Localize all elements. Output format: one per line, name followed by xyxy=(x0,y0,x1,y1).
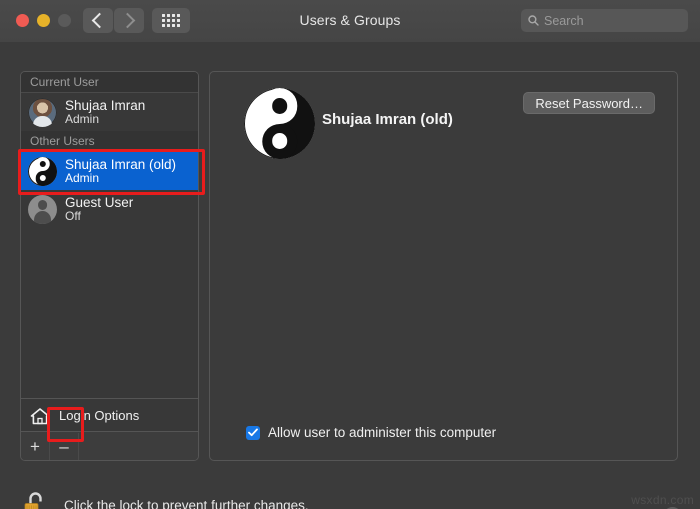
login-options-label: Login Options xyxy=(59,408,140,423)
unlocked-padlock-icon[interactable] xyxy=(20,489,50,509)
reset-password-button[interactable]: Reset Password… xyxy=(523,92,655,114)
sidebar-item-shujaa-imran-old[interactable]: Shujaa Imran (old) Admin xyxy=(21,152,198,190)
users-and-groups-window: Users & Groups Current User Shujaa Imran… xyxy=(0,0,700,509)
avatar-yin-yang-icon xyxy=(28,156,57,186)
checkmark-icon xyxy=(248,428,258,437)
account-avatar-yin-yang-icon[interactable] xyxy=(244,88,315,159)
search-icon xyxy=(528,15,539,26)
search-field[interactable] xyxy=(521,9,688,32)
lock-message: Click the lock to prevent further change… xyxy=(64,497,309,509)
user-role: Admin xyxy=(65,170,100,185)
lock-area[interactable]: Click the lock to prevent further change… xyxy=(20,489,309,509)
avatar-photo-icon xyxy=(28,97,57,127)
section-header-current-user: Current User xyxy=(21,72,198,93)
admin-checkbox-row[interactable]: Allow user to administer this computer xyxy=(246,425,496,440)
home-icon xyxy=(30,407,50,424)
user-name: Shujaa Imran (old) xyxy=(65,156,177,172)
account-detail-panel: Shujaa Imran (old) Reset Password… Allow… xyxy=(209,71,678,461)
remove-user-button[interactable]: – xyxy=(50,432,79,460)
watermark: wsxdn.com xyxy=(631,493,694,507)
section-header-other-users: Other Users xyxy=(21,131,198,152)
users-sidebar: Current User Shujaa Imran Admin Other Us… xyxy=(20,71,199,461)
sidebar-item-login-options[interactable]: Login Options xyxy=(21,398,198,432)
user-name: Guest User xyxy=(65,194,134,210)
admin-checkbox-label: Allow user to administer this computer xyxy=(268,425,497,440)
avatar-person-icon xyxy=(28,194,57,224)
add-user-button[interactable]: + xyxy=(21,432,50,460)
sidebar-footer: + – xyxy=(21,431,198,460)
sidebar-item-guest-user[interactable]: Guest User Off xyxy=(21,190,198,228)
window-titlebar: Users & Groups xyxy=(0,0,700,43)
user-role: Off xyxy=(65,208,81,223)
account-name: Shujaa Imran (old) xyxy=(322,111,453,128)
user-role: Admin xyxy=(65,111,100,126)
user-name: Shujaa Imran xyxy=(65,97,146,113)
preference-body: Current User Shujaa Imran Admin Other Us… xyxy=(0,42,700,509)
admin-checkbox[interactable] xyxy=(246,425,260,440)
search-input[interactable] xyxy=(544,13,681,28)
sidebar-item-current-user[interactable]: Shujaa Imran Admin xyxy=(21,93,198,131)
